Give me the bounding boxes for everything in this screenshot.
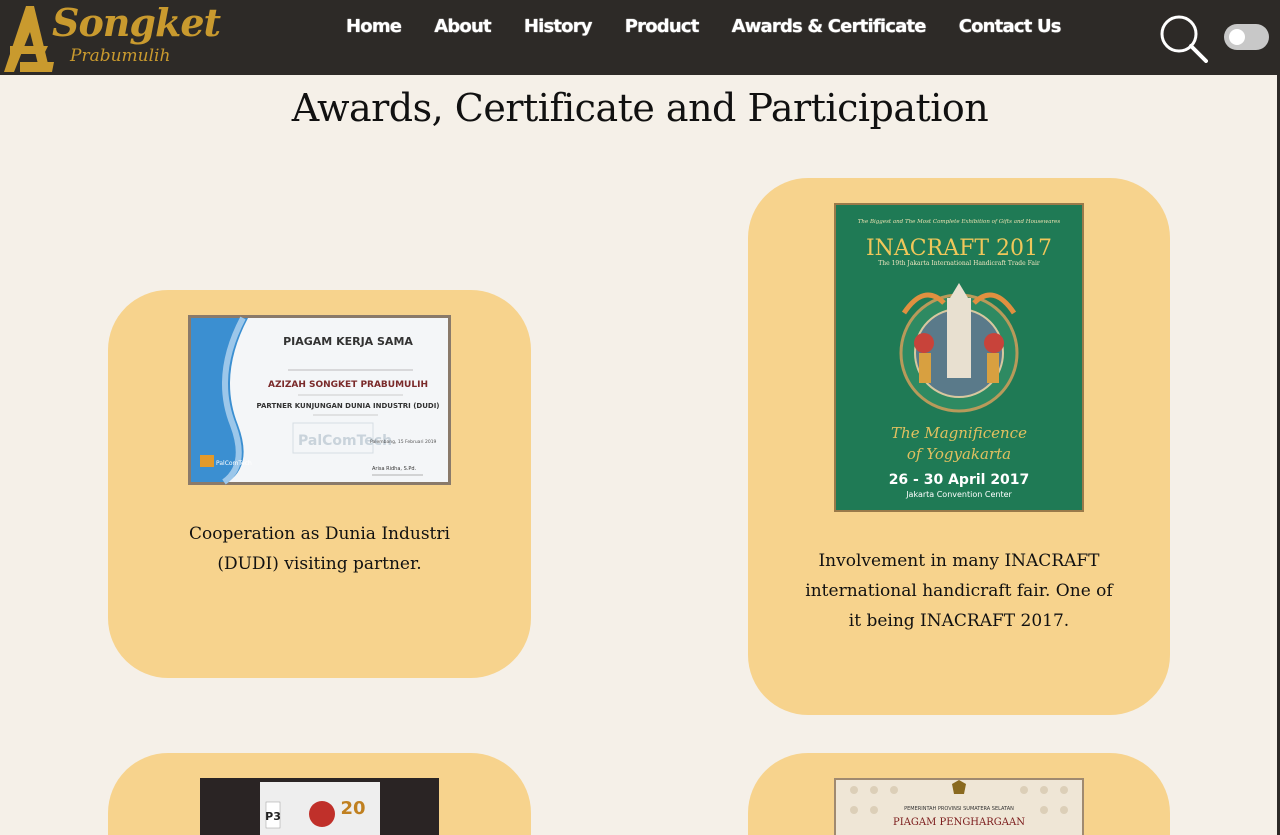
award-card: PalComTech PIAGAM KERJA SAMA AZIZAH SONG…: [108, 290, 531, 678]
caption-line: Involvement in many INACRAFT: [818, 551, 1100, 571]
inacraft-poster-image: The Biggest and The Most Complete Exhibi…: [834, 203, 1084, 512]
navbar: Songket Prabumulih Home About History Pr…: [0, 0, 1280, 75]
caption-line: international handicraft fair. One of: [805, 581, 1113, 601]
poster-subtitle: The 19th Jakarta International Handicraf…: [878, 260, 1040, 267]
certificate-heading: PIAGAM KERJA SAMA: [283, 335, 413, 348]
poster-venue: Jakarta Convention Center: [905, 490, 1012, 499]
poster-theme-line2: of Yogyakarta: [907, 445, 1011, 463]
nav-contact[interactable]: Contact Us: [959, 16, 1062, 42]
brand-logo[interactable]: Songket Prabumulih: [0, 0, 221, 75]
nav-awards[interactable]: Awards & Certificate: [732, 16, 927, 42]
award-card: P3 20: [108, 753, 531, 835]
award-card: The Biggest and The Most Complete Exhibi…: [748, 178, 1170, 715]
certificate-heading: PIAGAM PENGHARGAAN: [893, 817, 1025, 828]
poster-title: INACRAFT 2017: [866, 236, 1052, 261]
certificate-image: PEMERINTAH PROVINSI SUMATERA SELATAN PIA…: [834, 778, 1084, 835]
poster-dates: 26 - 30 April 2017: [889, 472, 1030, 488]
poster-tagline: The Biggest and The Most Complete Exhibi…: [858, 219, 1061, 225]
card-caption: Cooperation as Dunia Industri (DUDI) vis…: [108, 519, 531, 579]
nav-history[interactable]: History: [524, 16, 593, 42]
nav-product[interactable]: Product: [625, 16, 700, 42]
certificate-signer: Arisa Ridha, S.Pd.: [372, 466, 417, 472]
toggle-knob: [1229, 29, 1245, 45]
palcomtech-logo-text: PalComTech: [216, 460, 252, 467]
theme-toggle[interactable]: [1224, 24, 1269, 50]
main-nav: Home About History Product Awards & Cert…: [346, 16, 1094, 42]
search-icon[interactable]: [1158, 13, 1208, 63]
caption-line: Cooperation as Dunia Industri: [189, 524, 450, 544]
logo-mark-icon: [4, 6, 54, 72]
poster-theme-line1: The Magnificence: [891, 424, 1027, 442]
event-banner-image: P3 20: [200, 778, 439, 835]
certificate-recipient: AZIZAH SONGKET PRABUMULIH: [268, 380, 428, 390]
card-caption: Involvement in many INACRAFT internation…: [748, 546, 1170, 636]
award-card: PEMERINTAH PROVINSI SUMATERA SELATAN PIA…: [748, 753, 1170, 835]
certificate-date: Palembang, 15 Februari 2019: [370, 439, 437, 445]
brand-subtitle: Prabumulih: [70, 46, 171, 66]
certificate-issuer: PEMERINTAH PROVINSI SUMATERA SELATAN: [904, 806, 1014, 812]
caption-line: it being INACRAFT 2017.: [848, 611, 1070, 631]
banner-year: 20: [340, 798, 365, 819]
nav-home[interactable]: Home: [346, 16, 402, 42]
banner-badge: P3: [265, 810, 281, 823]
certificate-image: PalComTech PIAGAM KERJA SAMA AZIZAH SONG…: [188, 315, 451, 485]
brand-title: Songket: [52, 0, 221, 45]
caption-line: (DUDI) visiting partner.: [217, 554, 422, 574]
page-title: Awards, Certificate and Participation: [291, 86, 989, 130]
certificate-role: PARTNER KUNJUNGAN DUNIA INDUSTRI (DUDI): [257, 402, 440, 410]
nav-about[interactable]: About: [434, 16, 491, 42]
